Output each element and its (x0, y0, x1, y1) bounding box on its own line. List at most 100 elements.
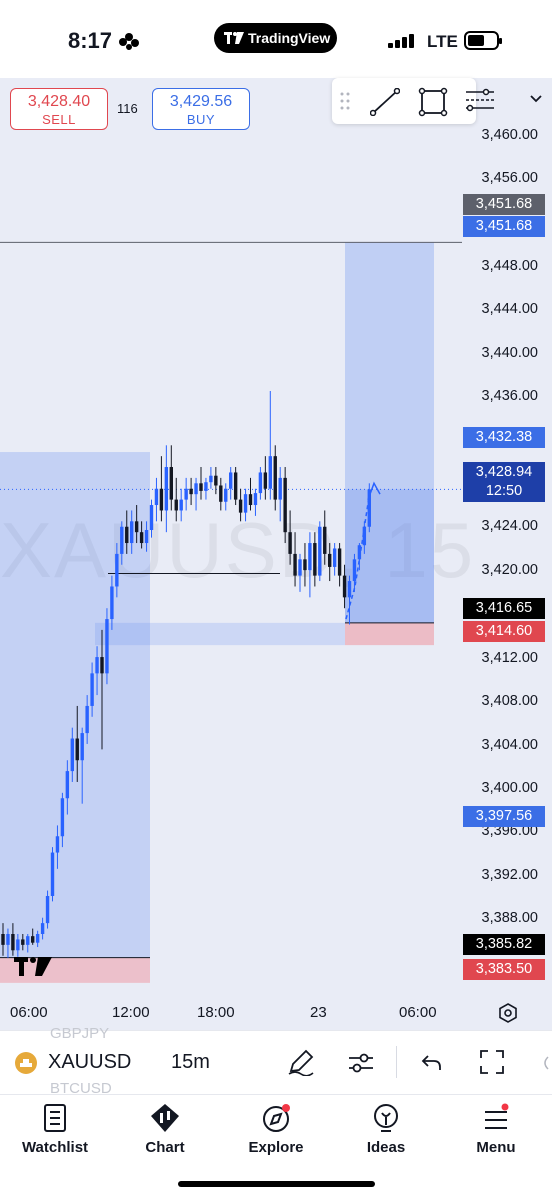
candle-body (40, 923, 45, 934)
time-tick: 12:00 (112, 1004, 150, 1021)
price-label-value: 3,385.82 (475, 936, 533, 952)
candle-body (298, 559, 302, 576)
candle-body (169, 467, 173, 500)
sell-button[interactable]: 3,428.40 SELL (10, 88, 108, 130)
sell-price: 3,428.40 (27, 93, 91, 110)
price-tick: 3,404.00 (481, 737, 538, 753)
candle-body (328, 553, 332, 567)
network-type: LTE (427, 32, 458, 51)
interval-selector[interactable]: 15m (171, 1051, 210, 1074)
candle-body (134, 521, 139, 533)
candle-body (179, 499, 183, 511)
candle-body (253, 493, 258, 506)
price-label-tag: 3,451.68 (463, 194, 545, 215)
indicators-icon[interactable] (346, 1050, 376, 1076)
price-label-value: 3,414.60 (475, 623, 533, 639)
time-tick: 06:00 (10, 1004, 48, 1021)
candle-body (199, 483, 203, 491)
candle-body (268, 456, 272, 489)
menu-icon (485, 1103, 509, 1129)
tradingview-logo-icon (224, 32, 244, 44)
nav-label: Ideas (366, 1139, 406, 1156)
nav-ideas[interactable]: Ideas (331, 1095, 441, 1165)
candle-body (233, 472, 238, 500)
trend-line-icon[interactable] (370, 88, 400, 116)
candle-body (219, 485, 223, 502)
signal-icon (388, 34, 414, 48)
focus-mode-icon (119, 33, 139, 50)
nav-explore[interactable]: Explore (221, 1095, 331, 1165)
candle-body (144, 530, 149, 544)
price-tick: 3,420.00 (481, 562, 538, 578)
candle-body (31, 936, 35, 943)
buy-button[interactable]: 3,429.56 BUY (152, 88, 250, 130)
price-tick: 3,412.00 (481, 650, 538, 666)
sell-label: SELL (42, 112, 76, 127)
time-tick: 23 (310, 1004, 327, 1021)
bar-countdown: 12:50 (485, 483, 523, 499)
candle-body (11, 934, 15, 951)
nav-menu[interactable]: Menu (441, 1095, 551, 1165)
candle-body (26, 936, 30, 945)
zone-band (95, 622, 345, 646)
candle-body (125, 526, 129, 544)
more-icon[interactable] (540, 1056, 552, 1070)
chart-icon (151, 1104, 179, 1132)
buy-price: 3,429.56 (169, 93, 233, 110)
drawing-pen-icon[interactable] (287, 1048, 315, 1076)
candle-body (258, 472, 263, 494)
divider (396, 1046, 397, 1078)
price-label-value: 3,451.68 (475, 218, 533, 234)
price-label-tag: 3,385.82 (463, 934, 545, 955)
rectangle-icon[interactable] (418, 87, 448, 117)
explore-icon (263, 1104, 290, 1132)
spread-value: 116 (117, 101, 138, 116)
price-label-tag: 3,397.56 (463, 806, 545, 827)
candle-body (352, 559, 357, 582)
candle-body (313, 543, 317, 576)
fullscreen-icon[interactable] (478, 1048, 506, 1076)
price-tick: 3,448.00 (481, 258, 538, 274)
tradingview-logo-icon (14, 957, 52, 976)
nav-chart[interactable]: Chart (110, 1095, 220, 1165)
candle-body (184, 488, 188, 500)
undo-icon[interactable] (420, 1052, 444, 1074)
home-indicator (178, 1181, 375, 1187)
candle-body (273, 456, 277, 500)
candle-body (65, 771, 70, 799)
price-label-value: 3,383.50 (475, 961, 533, 977)
nav-label: Explore (248, 1139, 304, 1156)
candle-body (308, 543, 312, 571)
price-label-tag: 3,414.60 (463, 621, 545, 642)
price-tick: 3,436.00 (481, 388, 538, 404)
candle-body (323, 526, 327, 554)
long-position-stop-zone (345, 622, 434, 646)
price-tick: 3,460.00 (481, 127, 538, 143)
candle-body (337, 548, 342, 576)
tradingview-pill: TradingView (214, 23, 337, 53)
nav-label: Watchlist (21, 1139, 89, 1156)
time-tick: 18:00 (197, 1004, 235, 1021)
battery-icon (464, 31, 502, 50)
price-label-tag: 3,428.94 12:50 (463, 462, 545, 502)
symbol-name[interactable]: XAUUSD (48, 1051, 131, 1074)
price-tick: 3,424.00 (481, 518, 538, 534)
drag-handle-icon[interactable] (340, 92, 350, 110)
settings-hexagon-icon[interactable] (497, 1002, 519, 1024)
fib-retracement-icon[interactable] (464, 88, 496, 116)
previous-symbol[interactable]: GBPJPY (50, 1025, 109, 1042)
price-tick: 3,392.00 (481, 867, 538, 883)
chevron-down-icon[interactable] (530, 95, 542, 103)
price-label-value: 3,397.56 (475, 808, 533, 824)
candle-body (283, 477, 287, 533)
price-tick: 3,440.00 (481, 345, 538, 361)
candle-body (21, 939, 25, 945)
nav-watchlist[interactable]: Watchlist (0, 1095, 110, 1165)
candle-body (6, 934, 10, 945)
candle-body (293, 553, 297, 576)
time-tick: 06:00 (399, 1004, 437, 1021)
price-tick: 3,444.00 (481, 301, 538, 317)
price-label-tag: 3,383.50 (463, 959, 545, 980)
price-label-value: 3,416.65 (475, 600, 533, 616)
candle-body (55, 836, 60, 853)
